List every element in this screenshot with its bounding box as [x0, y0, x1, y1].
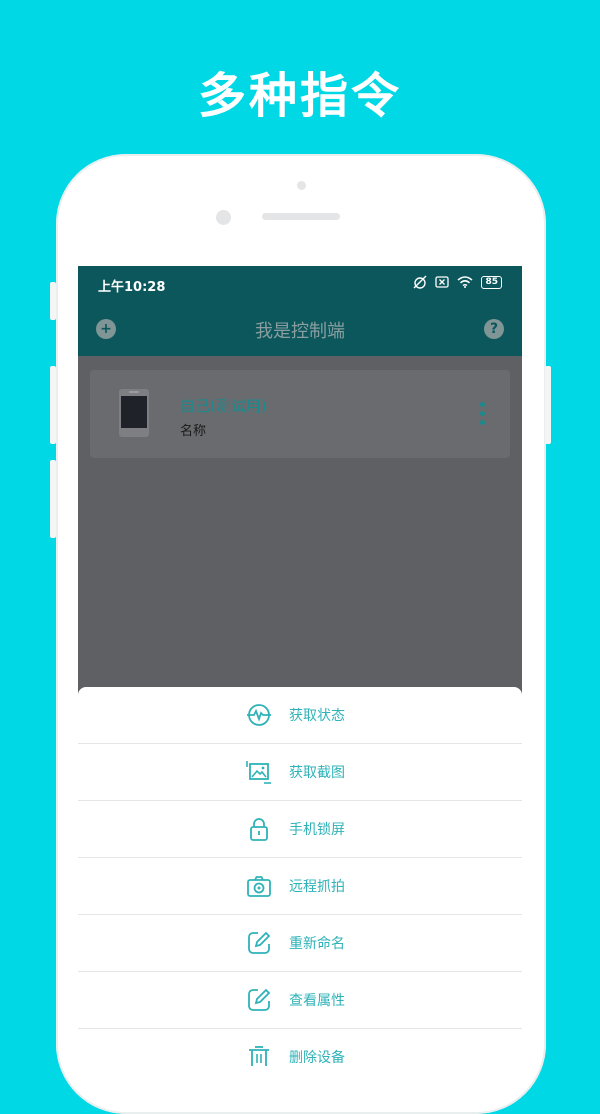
- menu-item-label: 查看属性: [289, 993, 345, 1009]
- command-sheet: 获取状态 获取截图 手机锁屏 远程抓拍 重新命名 查看属性 删除设备: [78, 687, 522, 1066]
- menu-item-label: 重新命名: [289, 936, 345, 952]
- menu-item-label: 删除设备: [289, 1050, 345, 1066]
- device-subtitle: 名称: [180, 424, 207, 439]
- front-camera: [216, 210, 231, 225]
- edit-icon: [248, 931, 271, 954]
- pulse-icon: [247, 704, 271, 726]
- volume-down-button: [50, 460, 56, 538]
- menu-item-delete-device[interactable]: 删除设备: [78, 1029, 522, 1066]
- edit-icon: [248, 988, 271, 1011]
- menu-item-label: 手机锁屏: [289, 822, 345, 838]
- page-title: 我是控制端: [255, 321, 345, 342]
- menu-item-get-screenshot[interactable]: 获取截图: [78, 744, 522, 801]
- device-name: 自己(测试用): [180, 397, 267, 415]
- phone-screen: 上午10:28 85 + 我是控制端 ? 自己(测试用) 名称 获取状态 获取截…: [78, 266, 522, 1066]
- device-card[interactable]: 自己(测试用) 名称: [90, 370, 510, 458]
- menu-item-label: 获取状态: [289, 708, 345, 724]
- lock-icon: [250, 818, 268, 841]
- headline: 多种指令: [197, 68, 402, 124]
- more-vert-icon[interactable]: [480, 402, 486, 429]
- menu-item-remote-capture[interactable]: 远程抓拍: [78, 858, 522, 915]
- volume-up-button: [50, 366, 56, 444]
- phone-device-icon: [119, 389, 149, 437]
- help-icon[interactable]: ?: [484, 319, 504, 339]
- battery-indicator: 85: [481, 275, 502, 289]
- power-button: [545, 366, 551, 444]
- camera-icon: [247, 876, 271, 897]
- menu-item-view-properties[interactable]: 查看属性: [78, 972, 522, 1029]
- screenshot-icon: [246, 761, 271, 784]
- menu-item-label: 远程抓拍: [289, 879, 345, 895]
- status-icons: 85: [413, 275, 502, 289]
- menu-item-label: 获取截图: [289, 765, 345, 781]
- sim-off-icon: [435, 276, 450, 288]
- status-time: 上午10:28: [98, 280, 166, 295]
- trash-icon: [249, 1046, 269, 1066]
- wifi-icon: [457, 276, 473, 288]
- mute-switch: [50, 282, 56, 320]
- menu-item-lock-phone[interactable]: 手机锁屏: [78, 801, 522, 858]
- earpiece: [262, 213, 340, 220]
- proximity-sensor: [297, 181, 306, 190]
- status-bar: 上午10:28 85: [78, 266, 522, 302]
- menu-item-get-status[interactable]: 获取状态: [78, 687, 522, 744]
- app-bar: + 我是控制端 ?: [78, 302, 522, 356]
- alarm-off-icon: [413, 275, 427, 289]
- menu-item-rename[interactable]: 重新命名: [78, 915, 522, 972]
